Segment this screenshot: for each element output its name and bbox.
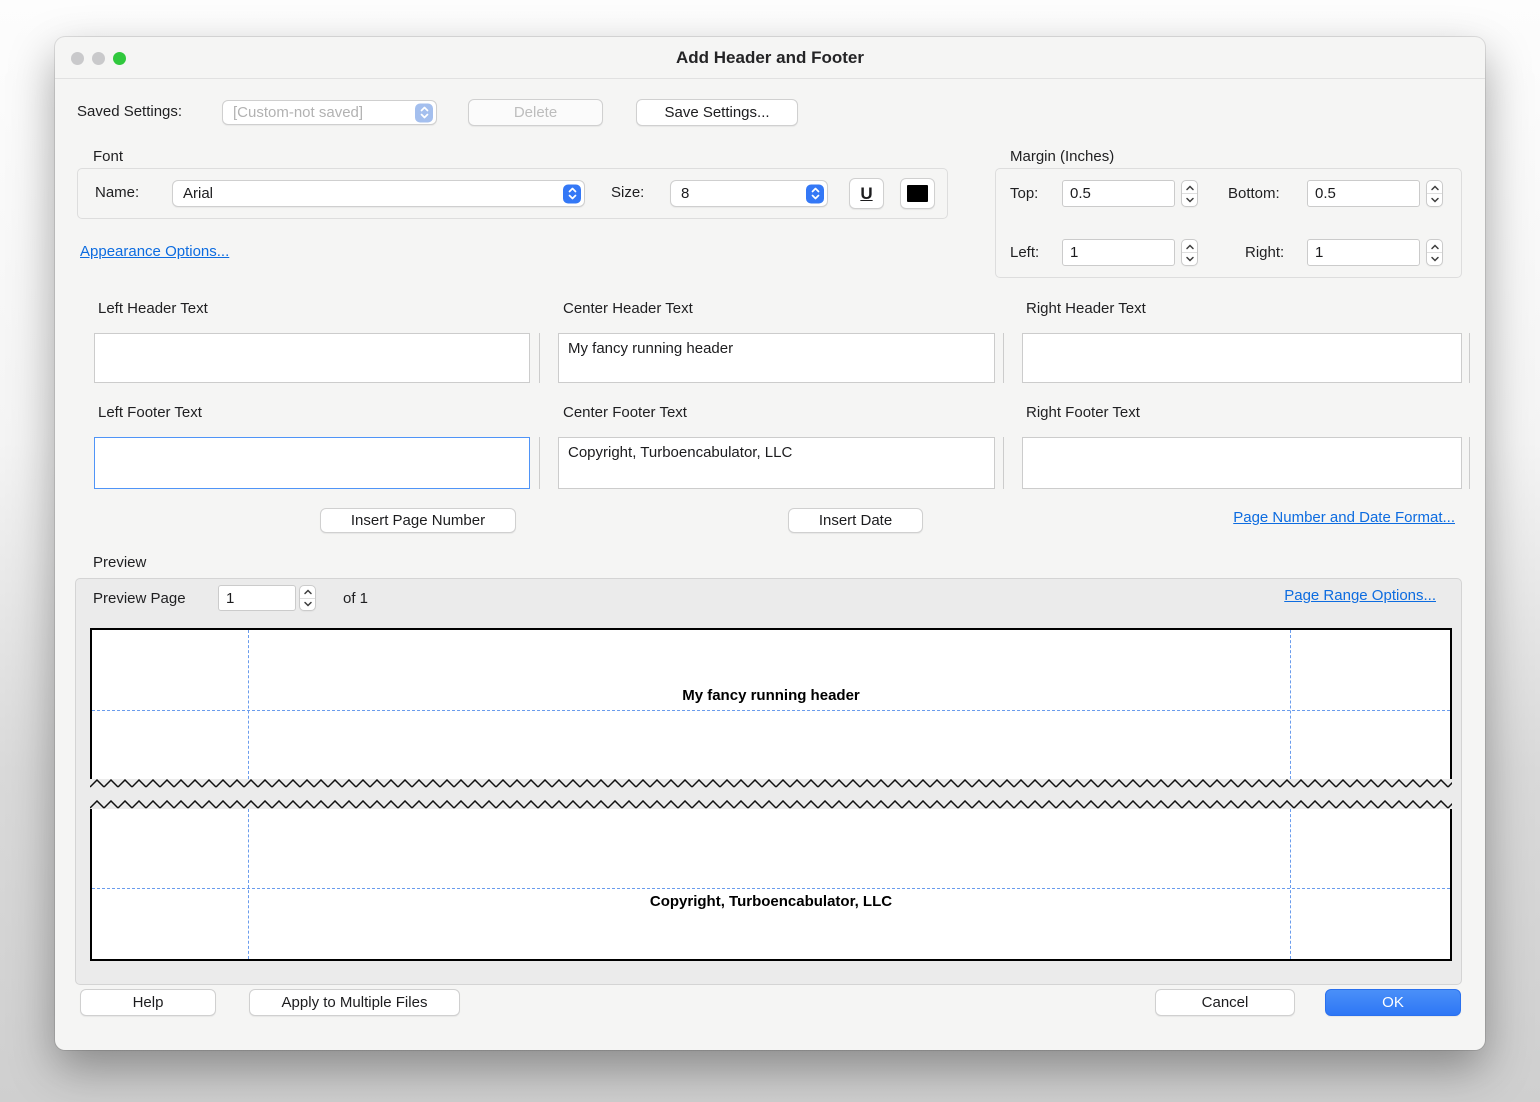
stepper-up-icon (300, 586, 315, 599)
preview-page-bottom: Copyright, Turboencabulator, LLC (90, 809, 1452, 961)
stepper-up-icon (1182, 240, 1197, 253)
textbox-divider (1003, 437, 1004, 489)
center-footer-textbox[interactable]: Copyright, Turboencabulator, LLC (558, 437, 995, 489)
center-header-label: Center Header Text (563, 300, 693, 317)
font-section-label: Font (93, 148, 123, 165)
help-button[interactable]: Help (80, 989, 216, 1016)
right-footer-textbox[interactable] (1022, 437, 1462, 489)
textbox-divider (1003, 333, 1004, 383)
right-margin-guide (1290, 809, 1291, 959)
apply-to-multiple-files-button[interactable]: Apply to Multiple Files (249, 989, 460, 1016)
ok-button[interactable]: OK (1325, 989, 1461, 1016)
popup-updown-chevrons-icon (806, 184, 824, 203)
right-footer-label: Right Footer Text (1026, 404, 1140, 421)
left-margin-guide (248, 630, 249, 779)
underline-icon: U (860, 184, 872, 204)
stepper-down-icon (1427, 253, 1442, 265)
page-range-options-link[interactable]: Page Range Options... (1284, 587, 1436, 604)
font-size-label: Size: (611, 184, 644, 201)
preview-of-label: of 1 (343, 590, 368, 607)
preview-section-label: Preview (93, 554, 146, 571)
font-name-label: Name: (95, 184, 139, 201)
torn-edge-bottom-icon (90, 800, 1452, 809)
font-name-select[interactable]: Arial (172, 180, 585, 207)
preview-page-top: My fancy running header (90, 628, 1452, 779)
left-margin-guide (248, 809, 249, 959)
right-header-label: Right Header Text (1026, 300, 1146, 317)
left-footer-label: Left Footer Text (98, 404, 202, 421)
margin-left-input[interactable] (1062, 239, 1175, 266)
cancel-button[interactable]: Cancel (1155, 989, 1295, 1016)
appearance-options-link[interactable]: Appearance Options... (80, 243, 229, 260)
textbox-divider (539, 437, 540, 489)
preview-page-input[interactable] (218, 585, 296, 611)
stepper-up-icon (1427, 181, 1442, 194)
center-header-textbox[interactable]: My fancy running header (558, 333, 995, 383)
margin-right-stepper[interactable] (1426, 239, 1443, 266)
saved-settings-select[interactable]: [Custom-not saved] (222, 100, 437, 125)
popup-updown-chevrons-icon (563, 184, 581, 203)
footer-margin-guide (92, 888, 1450, 889)
margin-right-label: Right: (1245, 244, 1284, 261)
margin-left-stepper[interactable] (1181, 239, 1198, 266)
margin-right-input[interactable] (1307, 239, 1420, 266)
margin-left-label: Left: (1010, 244, 1039, 261)
preview-page-label: Preview Page (93, 590, 186, 607)
underline-button[interactable]: U (849, 178, 884, 209)
saved-settings-value: [Custom-not saved] (233, 104, 363, 121)
font-color-button[interactable] (900, 178, 935, 209)
stepper-down-icon (1427, 194, 1442, 206)
preview-page-stepper[interactable] (299, 585, 316, 611)
left-header-label: Left Header Text (98, 300, 208, 317)
stepper-up-icon (1427, 240, 1442, 253)
titlebar: Add Header and Footer (55, 37, 1485, 79)
margin-top-stepper[interactable] (1181, 180, 1198, 207)
stepper-down-icon (1182, 194, 1197, 206)
stepper-down-icon (1182, 253, 1197, 265)
desktop: { "window": { "title": "Add Header and F… (0, 0, 1540, 1102)
margin-top-label: Top: (1010, 185, 1038, 202)
left-footer-textbox[interactable] (94, 437, 530, 489)
dialog-title: Add Header and Footer (55, 37, 1485, 79)
margin-section-label: Margin (Inches) (1010, 148, 1114, 165)
left-header-textbox[interactable] (94, 333, 530, 383)
page-number-date-format-link[interactable]: Page Number and Date Format... (1233, 509, 1455, 526)
save-settings-button[interactable]: Save Settings... (636, 99, 798, 126)
textbox-divider (1469, 333, 1470, 383)
preview-page: My fancy running header Copyrig (90, 628, 1452, 961)
font-size-select[interactable]: 8 (670, 180, 828, 207)
page-break-gap (90, 788, 1452, 800)
margin-bottom-input[interactable] (1307, 180, 1420, 207)
insert-page-number-button[interactable]: Insert Page Number (320, 508, 516, 533)
zoom-window-icon[interactable] (113, 52, 126, 65)
right-header-textbox[interactable] (1022, 333, 1462, 383)
saved-settings-label: Saved Settings: (77, 103, 182, 120)
close-window-icon[interactable] (71, 52, 84, 65)
minimize-window-icon[interactable] (92, 52, 105, 65)
font-size-value: 8 (681, 185, 689, 202)
color-swatch-icon (907, 185, 928, 202)
margin-top-input[interactable] (1062, 180, 1175, 207)
preview-footer-text: Copyright, Turboencabulator, LLC (92, 893, 1450, 910)
popup-updown-chevrons-icon (415, 103, 433, 122)
window-controls (71, 52, 126, 65)
margin-bottom-label: Bottom: (1228, 185, 1280, 202)
textbox-divider (539, 333, 540, 383)
font-name-value: Arial (183, 185, 213, 202)
textbox-divider (1469, 437, 1470, 489)
delete-button[interactable]: Delete (468, 99, 603, 126)
add-header-footer-dialog: Add Header and Footer Saved Settings: [C… (55, 37, 1485, 1050)
preview-header-text: My fancy running header (92, 687, 1450, 704)
torn-edge-top-icon (90, 779, 1452, 788)
center-footer-label: Center Footer Text (563, 404, 687, 421)
margin-bottom-stepper[interactable] (1426, 180, 1443, 207)
insert-date-button[interactable]: Insert Date (788, 508, 923, 533)
stepper-down-icon (300, 599, 315, 611)
right-margin-guide (1290, 630, 1291, 779)
stepper-up-icon (1182, 181, 1197, 194)
header-margin-guide (92, 710, 1450, 711)
